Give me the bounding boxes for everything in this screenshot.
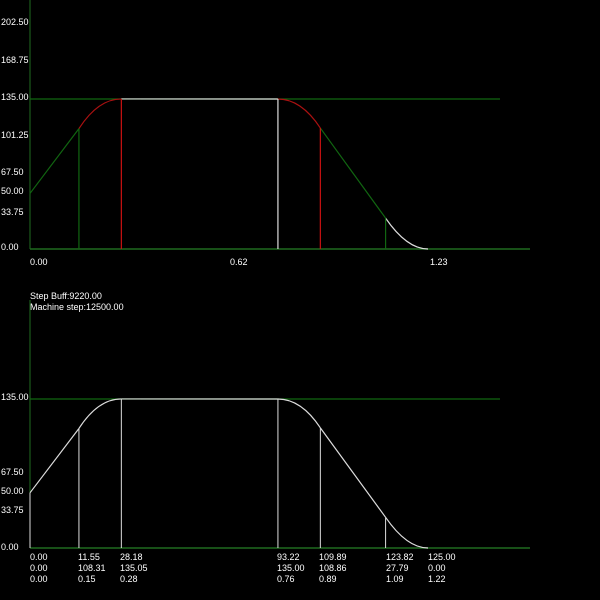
y-tick-label: 101.25 <box>1 130 29 140</box>
breakpoint-position: 11.55 <box>78 552 100 562</box>
breakpoint-speed: 27.79 <box>386 563 409 573</box>
x-tick-label: 0.00 <box>30 257 48 267</box>
breakpoint-speed: 0.00 <box>30 563 48 573</box>
breakpoint-speed: 108.31 <box>78 563 106 573</box>
y-tick-label: 67.50 <box>1 167 24 177</box>
breakpoint-speed: 135.05 <box>120 563 148 573</box>
breakpoint-time: 0.00 <box>30 574 48 584</box>
y-tick-label: 135.00 <box>1 92 29 102</box>
breakpoint-speed: 0.00 <box>428 563 446 573</box>
y-tick-label: 0.00 <box>1 542 19 552</box>
y-tick-label: 33.75 <box>1 207 24 217</box>
breakpoint-position: 0.00 <box>30 552 48 562</box>
breakpoint-position: 123.82 <box>386 552 414 562</box>
y-tick-label: 168.75 <box>1 55 29 65</box>
breakpoint-speed: 135.00 <box>277 563 305 573</box>
y-tick-label: 50.00 <box>1 486 24 496</box>
breakpoint-time: 1.09 <box>386 574 404 584</box>
breakpoint-position: 28.18 <box>120 552 143 562</box>
machine-step-label: Machine step:12500.00 <box>30 302 124 312</box>
motion-profile-canvas: 202.50 168.75 135.00 101.25 67.50 50.00 33.75 0… <box>0 0 600 600</box>
y-tick-label: 67.50 <box>1 467 24 477</box>
y-tick-label: 202.50 <box>1 17 29 27</box>
breakpoint-time: 0.28 <box>120 574 138 584</box>
breakpoint-time: 0.15 <box>78 574 96 584</box>
step-buff-label: Step Buff:9220.00 <box>30 291 102 301</box>
breakpoint-time: 1.22 <box>428 574 446 584</box>
x-tick-label: 1.23 <box>430 257 448 267</box>
x-tick-label: 0.62 <box>230 257 248 267</box>
breakpoint-time: 0.76 <box>277 574 295 584</box>
y-tick-label: 50.00 <box>1 186 24 196</box>
y-tick-label: 0.00 <box>1 242 19 252</box>
breakpoint-position: 109.89 <box>319 552 347 562</box>
breakpoint-time: 0.89 <box>319 574 337 584</box>
y-tick-label: 135.00 <box>1 392 29 402</box>
breakpoint-speed: 108.86 <box>319 563 347 573</box>
breakpoint-position: 125.00 <box>428 552 456 562</box>
breakpoint-position: 93.22 <box>277 552 300 562</box>
y-tick-label: 33.75 <box>1 505 24 515</box>
